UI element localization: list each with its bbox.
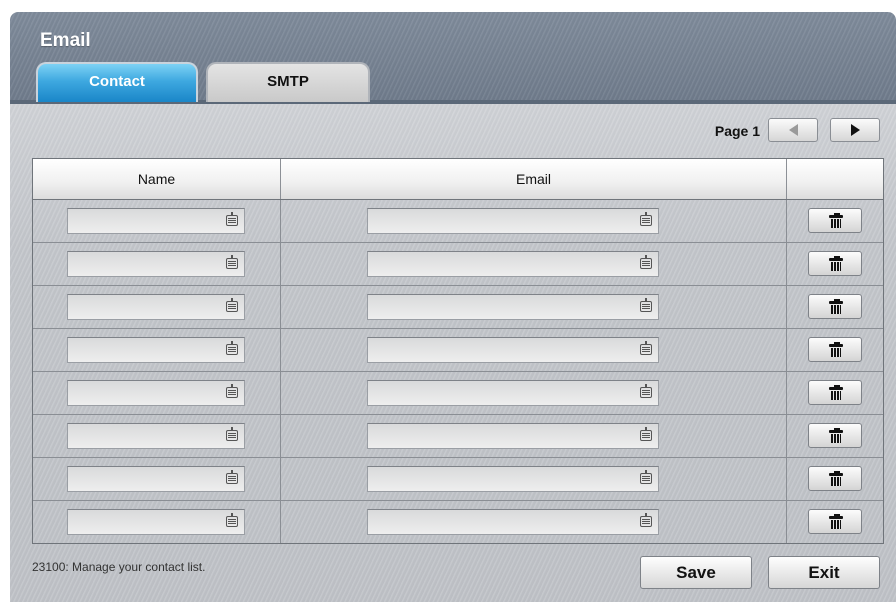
- next-page-button[interactable]: [830, 118, 880, 142]
- action-cell: [787, 501, 883, 543]
- name-input[interactable]: [67, 423, 245, 449]
- email-cell: [281, 415, 787, 457]
- keyboard-icon[interactable]: [640, 341, 652, 355]
- table-row: [33, 501, 883, 543]
- trash-icon: [829, 428, 843, 443]
- email-cell: [281, 243, 787, 285]
- keyboard-icon[interactable]: [226, 341, 238, 355]
- keyboard-icon[interactable]: [640, 513, 652, 527]
- action-cell: [787, 415, 883, 457]
- name-cell: [33, 501, 281, 543]
- trash-icon: [829, 471, 843, 486]
- table-row: [33, 415, 883, 458]
- keyboard-icon[interactable]: [226, 384, 238, 398]
- keyboard-icon[interactable]: [640, 384, 652, 398]
- name-cell: [33, 329, 281, 371]
- email-input[interactable]: [367, 509, 659, 535]
- name-input[interactable]: [67, 294, 245, 320]
- keyboard-icon[interactable]: [226, 298, 238, 312]
- table-body: [33, 200, 883, 543]
- email-cell: [281, 286, 787, 328]
- tab-smtp[interactable]: SMTP: [206, 62, 370, 102]
- name-input[interactable]: [67, 251, 245, 277]
- column-header-name: Name: [33, 159, 281, 199]
- keyboard-icon[interactable]: [640, 255, 652, 269]
- email-input[interactable]: [367, 466, 659, 492]
- delete-button[interactable]: [808, 423, 862, 448]
- name-cell: [33, 415, 281, 457]
- exit-button[interactable]: Exit: [768, 556, 880, 589]
- email-cell: [281, 329, 787, 371]
- name-cell: [33, 458, 281, 500]
- window-title: Email: [40, 30, 91, 51]
- action-cell: [787, 286, 883, 328]
- column-header-email: Email: [281, 159, 787, 199]
- keyboard-icon[interactable]: [226, 427, 238, 441]
- trash-icon: [829, 514, 843, 529]
- email-input[interactable]: [367, 337, 659, 363]
- column-header-actions: [787, 159, 883, 199]
- name-input[interactable]: [67, 380, 245, 406]
- keyboard-icon[interactable]: [640, 212, 652, 226]
- keyboard-icon[interactable]: [226, 255, 238, 269]
- email-input[interactable]: [367, 251, 659, 277]
- action-cell: [787, 243, 883, 285]
- name-input[interactable]: [67, 337, 245, 363]
- delete-button[interactable]: [808, 380, 862, 405]
- email-cell: [281, 372, 787, 414]
- email-cell: [281, 200, 787, 242]
- trash-icon: [829, 213, 843, 228]
- keyboard-icon[interactable]: [226, 212, 238, 226]
- name-cell: [33, 286, 281, 328]
- keyboard-icon[interactable]: [640, 470, 652, 484]
- prev-page-button[interactable]: [768, 118, 818, 142]
- name-cell: [33, 372, 281, 414]
- email-window: Email Contact SMTP Page 1 Name Email 231…: [10, 12, 896, 602]
- action-cell: [787, 200, 883, 242]
- email-cell: [281, 458, 787, 500]
- triangle-right-icon: [850, 124, 860, 136]
- contact-table: Name Email: [32, 158, 884, 544]
- trash-icon: [829, 342, 843, 357]
- email-input[interactable]: [367, 380, 659, 406]
- delete-button[interactable]: [808, 337, 862, 362]
- name-input[interactable]: [67, 466, 245, 492]
- email-input[interactable]: [367, 208, 659, 234]
- name-cell: [33, 243, 281, 285]
- delete-button[interactable]: [808, 294, 862, 319]
- tab-contact[interactable]: Contact: [36, 62, 198, 102]
- action-cell: [787, 329, 883, 371]
- table-row: [33, 329, 883, 372]
- action-cell: [787, 458, 883, 500]
- name-cell: [33, 200, 281, 242]
- action-cell: [787, 372, 883, 414]
- table-row: [33, 200, 883, 243]
- status-message: 23100: Manage your contact list.: [32, 560, 206, 574]
- trash-icon: [829, 256, 843, 271]
- delete-button[interactable]: [808, 466, 862, 491]
- page-indicator: Page 1: [714, 123, 760, 139]
- keyboard-icon[interactable]: [640, 298, 652, 312]
- triangle-left-icon: [788, 124, 798, 136]
- save-button[interactable]: Save: [640, 556, 752, 589]
- name-input[interactable]: [67, 208, 245, 234]
- keyboard-icon[interactable]: [640, 427, 652, 441]
- email-input[interactable]: [367, 294, 659, 320]
- table-row: [33, 372, 883, 415]
- table-row: [33, 243, 883, 286]
- table-header: Name Email: [33, 159, 883, 200]
- name-input[interactable]: [67, 509, 245, 535]
- keyboard-icon[interactable]: [226, 513, 238, 527]
- email-cell: [281, 501, 787, 543]
- email-input[interactable]: [367, 423, 659, 449]
- table-row: [33, 458, 883, 501]
- keyboard-icon[interactable]: [226, 470, 238, 484]
- table-row: [33, 286, 883, 329]
- trash-icon: [829, 299, 843, 314]
- delete-button[interactable]: [808, 208, 862, 233]
- trash-icon: [829, 385, 843, 400]
- delete-button[interactable]: [808, 509, 862, 534]
- delete-button[interactable]: [808, 251, 862, 276]
